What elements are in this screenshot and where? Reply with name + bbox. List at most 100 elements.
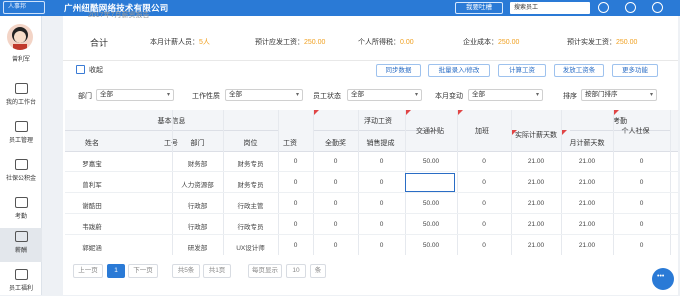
cell-actual: 21.00 bbox=[527, 200, 545, 207]
cell-base[interactable]: 0 bbox=[278, 221, 313, 228]
cell-transport[interactable]: 50.00 bbox=[405, 221, 457, 228]
payable-stat: 预计应发工资：250.00 bbox=[255, 37, 325, 47]
per-page-select[interactable]: 10 bbox=[286, 264, 306, 278]
cell-social: 0 bbox=[639, 242, 644, 249]
cell-dept: 财务部 bbox=[187, 161, 208, 168]
table-row[interactable]: 韦跋蔚 行政部 行政专员 0 0 0 50.00 0 21.00 21.00 0 bbox=[65, 215, 678, 235]
cell-bonus[interactable]: 0 bbox=[313, 179, 358, 186]
col-department: 部门 bbox=[190, 140, 205, 147]
cell-base[interactable]: 0 bbox=[278, 158, 313, 165]
calendar-icon bbox=[14, 197, 28, 208]
col-transport: 交通补贴 bbox=[416, 128, 444, 135]
table-row[interactable]: 郭妮涵 研发部 UX设计师 0 0 0 50.00 0 21.00 21.00 0 bbox=[65, 236, 678, 255]
nav-label: 薪酬 bbox=[14, 248, 27, 254]
cell-bonus[interactable]: 0 bbox=[313, 158, 358, 165]
col-actual-days: 实际计薪天数 bbox=[515, 132, 557, 139]
transport-edit-input[interactable] bbox=[405, 173, 455, 192]
cell-transport[interactable]: 50.00 bbox=[405, 200, 457, 207]
cell-name: 罗嘉宝 bbox=[82, 161, 102, 168]
nav-workbench[interactable]: 我的工作台 bbox=[0, 80, 42, 110]
cell-overtime: 0 bbox=[482, 200, 486, 207]
total-pages: 共1页 bbox=[203, 264, 231, 278]
cell-actual: 21.00 bbox=[527, 242, 545, 249]
col-base-salary: 工资 bbox=[283, 140, 297, 147]
collapse-icon[interactable] bbox=[76, 65, 85, 74]
table-row[interactable]: 罗嘉宝 财务部 财务专员 0 0 0 50.00 0 21.00 21.00 0 bbox=[65, 152, 678, 172]
nav-payroll[interactable]: 薪酬 bbox=[0, 228, 42, 262]
cell-dept: 研发部 bbox=[187, 245, 208, 252]
cell-social: 0 bbox=[639, 179, 644, 186]
sync-data-button[interactable]: 同步数据 bbox=[376, 64, 421, 77]
calculate-salary-button[interactable]: 计算工资 bbox=[498, 64, 546, 77]
cell-commission[interactable]: 0 bbox=[358, 158, 405, 165]
cell-transport[interactable]: 50.00 bbox=[405, 242, 457, 249]
col-name: 姓名 bbox=[85, 140, 99, 147]
change-label: 本月变动 bbox=[435, 93, 463, 100]
total-items: 共5条 bbox=[172, 264, 200, 278]
cell-name: 韦跋蔚 bbox=[82, 224, 102, 231]
nav-label: 员工福利 bbox=[8, 286, 33, 292]
cell-commission[interactable]: 0 bbox=[358, 200, 405, 207]
cell-bonus[interactable]: 0 bbox=[313, 221, 358, 228]
nav-label: 社保公积金 bbox=[5, 176, 36, 182]
col-social-insurance: 个人社保 bbox=[621, 128, 650, 135]
wallet-icon bbox=[14, 231, 28, 242]
cell-commission[interactable]: 0 bbox=[358, 242, 405, 249]
batch-edit-button[interactable]: 批量录入/修改 bbox=[428, 64, 490, 77]
net-stat: 预计实发工资：250.00 bbox=[567, 37, 637, 47]
cell-social: 0 bbox=[639, 200, 644, 207]
feedback-button[interactable]: 我要吐槽 bbox=[455, 2, 503, 14]
stat-label: 个人所得税： bbox=[358, 39, 400, 46]
cell-social: 0 bbox=[639, 221, 644, 228]
cell-name: 郭妮涵 bbox=[82, 245, 102, 252]
nav-employees[interactable]: 员工管理 bbox=[0, 118, 42, 148]
dept-label: 部门 bbox=[78, 93, 92, 100]
col-month-days: 月计薪天数 bbox=[569, 140, 605, 147]
cell-month: 21.00 bbox=[578, 221, 596, 228]
chat-icon[interactable] bbox=[652, 268, 674, 290]
headcount-stat: 本月计薪人员：5人 bbox=[150, 37, 210, 47]
cell-transport[interactable]: 50.00 bbox=[405, 158, 457, 165]
cell-name: 曾利军 bbox=[82, 182, 102, 189]
next-page-button[interactable]: 下一页 bbox=[128, 264, 158, 278]
nav-benefits[interactable]: 员工福利 bbox=[0, 266, 42, 296]
prev-page-button[interactable]: 上一页 bbox=[73, 264, 103, 278]
cell-base[interactable]: 0 bbox=[278, 200, 313, 207]
cell-overtime: 0 bbox=[482, 221, 486, 228]
cell-bonus[interactable]: 0 bbox=[313, 242, 358, 249]
collapse-toggle[interactable]: 收起 bbox=[89, 65, 103, 75]
sort-select[interactable]: 按部门排序 bbox=[581, 89, 657, 101]
cell-bonus[interactable]: 0 bbox=[313, 200, 358, 207]
cell-commission[interactable]: 0 bbox=[358, 179, 405, 186]
user-menu-icon[interactable] bbox=[652, 2, 663, 13]
nav-attendance[interactable]: 考勤 bbox=[0, 194, 42, 224]
change-select[interactable]: 全部 bbox=[468, 89, 543, 101]
cell-actual: 21.00 bbox=[527, 158, 545, 165]
table-row[interactable]: 曾利军人力资源部财务专员00050.00021.0021.000 bbox=[65, 173, 678, 193]
cell-commission[interactable]: 0 bbox=[358, 221, 405, 228]
cell-social: 0 bbox=[639, 158, 644, 165]
more-functions-button[interactable]: 更多功能 bbox=[612, 64, 658, 77]
nav-label: 员工管理 bbox=[8, 138, 33, 144]
help-icon[interactable] bbox=[625, 2, 636, 13]
notification-icon[interactable] bbox=[598, 2, 609, 13]
table-row[interactable]: 谢酷田 行政部 行政主管 0 0 0 50.00 0 21.00 21.00 0 bbox=[65, 194, 678, 214]
send-payslip-button[interactable]: 发放工资条 bbox=[554, 64, 604, 77]
avatar[interactable] bbox=[7, 24, 33, 50]
shield-icon bbox=[14, 159, 28, 170]
cell-base[interactable]: 0 bbox=[278, 242, 313, 249]
status-select[interactable]: 全部 bbox=[347, 89, 422, 101]
nav-social-security[interactable]: 社保公积金 bbox=[0, 156, 42, 186]
dept-select[interactable]: 全部 bbox=[96, 89, 174, 101]
cell-pos: UX设计师 bbox=[236, 245, 265, 252]
search-input[interactable]: 搜索员工 bbox=[510, 2, 590, 14]
gift-icon bbox=[14, 269, 28, 280]
cell-overtime: 0 bbox=[482, 158, 486, 165]
cell-month: 21.00 bbox=[578, 242, 596, 249]
cell-overtime: 0 bbox=[482, 242, 486, 249]
page-1-button[interactable]: 1 bbox=[107, 264, 125, 278]
col-attendance-bonus: 全勤奖 bbox=[325, 140, 346, 147]
cell-base[interactable]: 0 bbox=[278, 179, 313, 186]
worktype-select[interactable]: 全部 bbox=[225, 89, 303, 101]
app-logo[interactable]: 人事邦 bbox=[3, 1, 45, 14]
